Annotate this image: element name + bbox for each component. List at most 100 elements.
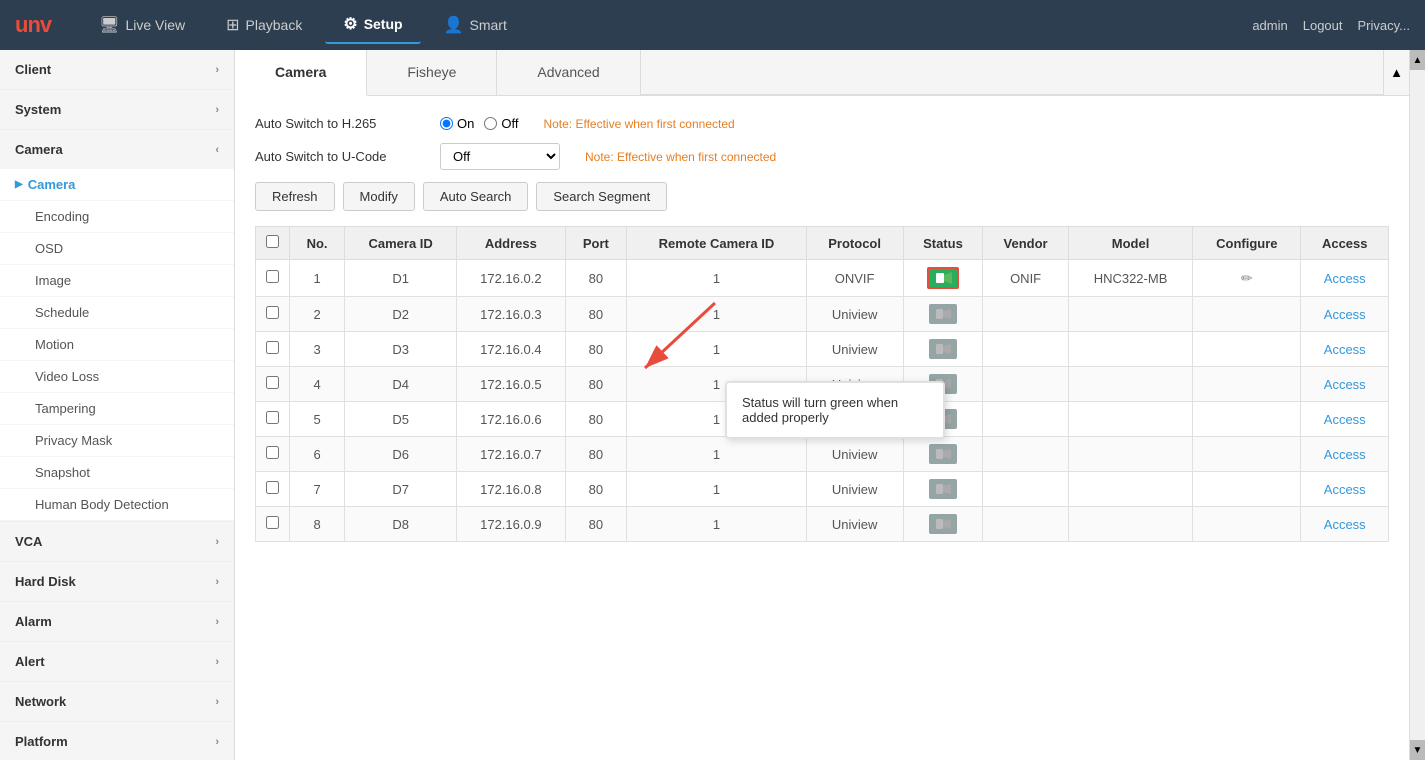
h265-off-radio[interactable]	[484, 117, 497, 130]
row-configure	[1193, 402, 1301, 437]
sidebar-header-platform[interactable]: Platform ›	[0, 722, 234, 760]
sidebar-header-alert[interactable]: Alert ›	[0, 642, 234, 681]
gear-icon: ⚙	[343, 14, 357, 34]
scroll-up-button[interactable]: ▲	[1383, 50, 1409, 95]
sidebar-item-camera[interactable]: Camera	[0, 169, 234, 201]
sidebar-schedule-label: Schedule	[35, 305, 89, 320]
scroll-up-btn[interactable]: ▲	[1410, 50, 1425, 70]
row-access[interactable]: Access	[1301, 297, 1389, 332]
sidebar-item-motion[interactable]: Motion	[0, 329, 234, 361]
sidebar-header-vca[interactable]: VCA ›	[0, 522, 234, 561]
refresh-button[interactable]: Refresh	[255, 182, 335, 211]
nav-liveview-label: Live View	[125, 17, 185, 33]
top-navigation: unv 🖥 Live View ⊞ Playback ⚙ Setup 👤 Sma…	[0, 0, 1425, 50]
row-configure[interactable]: ✏	[1193, 260, 1301, 297]
tab-advanced[interactable]: Advanced	[497, 50, 640, 95]
row-checkbox[interactable]	[266, 376, 279, 389]
row-configure	[1193, 332, 1301, 367]
sidebar-header-harddisk[interactable]: Hard Disk ›	[0, 562, 234, 601]
ucode-select[interactable]: Off On	[440, 143, 560, 170]
row-checkbox[interactable]	[266, 341, 279, 354]
select-all-checkbox[interactable]	[266, 235, 279, 248]
nav-playback[interactable]: ⊞ Playback	[208, 7, 320, 43]
nav-smart-label: Smart	[470, 17, 507, 33]
status-gray-icon	[929, 304, 957, 324]
sidebar-item-privacymask[interactable]: Privacy Mask	[0, 425, 234, 457]
grid-icon: ⊞	[226, 15, 239, 35]
sidebar-item-schedule[interactable]: Schedule	[0, 297, 234, 329]
row-checkbox[interactable]	[266, 481, 279, 494]
sidebar-header-network[interactable]: Network ›	[0, 682, 234, 721]
row-vendor	[983, 297, 1069, 332]
row-access[interactable]: Access	[1301, 472, 1389, 507]
row-port: 80	[565, 437, 627, 472]
row-configure	[1193, 507, 1301, 542]
auto-search-button[interactable]: Auto Search	[423, 182, 529, 211]
scroll-down-btn[interactable]: ▼	[1410, 740, 1425, 760]
tab-fisheye[interactable]: Fisheye	[367, 50, 497, 95]
sidebar-humanbody-label: Human Body Detection	[35, 497, 169, 512]
logout-button[interactable]: Logout	[1303, 18, 1343, 33]
nav-liveview[interactable]: 🖥 Live View	[81, 7, 203, 43]
row-protocol: ONVIF	[806, 260, 903, 297]
sidebar-header-client[interactable]: Client ›	[0, 50, 234, 89]
access-link: Access	[1324, 482, 1366, 497]
status-green-icon	[927, 267, 959, 289]
row-no: 6	[290, 437, 345, 472]
nav-setup[interactable]: ⚙ Setup	[325, 6, 420, 44]
status-gray-icon	[929, 444, 957, 464]
row-access[interactable]: Access	[1301, 402, 1389, 437]
sidebar-header-alarm[interactable]: Alarm ›	[0, 602, 234, 641]
row-checkbox[interactable]	[266, 446, 279, 459]
sidebar-encoding-label: Encoding	[35, 209, 89, 224]
row-checkbox[interactable]	[266, 516, 279, 529]
sidebar-header-camera[interactable]: Camera ‹	[0, 130, 234, 169]
sidebar-header-system[interactable]: System ›	[0, 90, 234, 129]
main-content: Camera Fisheye Advanced ▲ Auto Switch to…	[235, 50, 1409, 760]
row-checkbox[interactable]	[266, 411, 279, 424]
sidebar-camera-label: Camera	[15, 142, 63, 157]
row-remotecamid: 1	[627, 437, 806, 472]
ucode-label: Auto Switch to U-Code	[255, 149, 425, 164]
edit-icon[interactable]: ✏	[1241, 270, 1253, 286]
modify-button[interactable]: Modify	[343, 182, 415, 211]
sidebar-tampering-label: Tampering	[35, 401, 96, 416]
sidebar-item-tampering[interactable]: Tampering	[0, 393, 234, 425]
h265-on-radio[interactable]	[440, 117, 453, 130]
h265-label: Auto Switch to H.265	[255, 116, 425, 131]
h265-on-label[interactable]: On	[440, 116, 474, 131]
table-row: 6 D6 172.16.0.7 80 1 Uniview Access	[256, 437, 1389, 472]
privacy-button[interactable]: Privacy...	[1358, 18, 1411, 33]
chevron-up-icon: ‹	[215, 144, 219, 156]
row-vendor	[983, 472, 1069, 507]
row-checkbox[interactable]	[266, 306, 279, 319]
content-panel: Auto Switch to H.265 On Off Note: Effect…	[235, 96, 1409, 760]
sidebar-alarm-label: Alarm	[15, 614, 52, 629]
chevron-down-icon: ›	[215, 104, 219, 116]
tab-camera[interactable]: Camera	[235, 50, 367, 96]
row-vendor	[983, 437, 1069, 472]
nav-smart[interactable]: 👤 Smart	[426, 7, 525, 43]
sidebar-item-videoloss[interactable]: Video Loss	[0, 361, 234, 393]
table-header-cameraid: Camera ID	[345, 227, 457, 260]
row-access[interactable]: Access	[1301, 332, 1389, 367]
row-access[interactable]: Access	[1301, 367, 1389, 402]
sidebar-section-alarm: Alarm ›	[0, 602, 234, 642]
sidebar-item-snapshot[interactable]: Snapshot	[0, 457, 234, 489]
row-access[interactable]: Access	[1301, 437, 1389, 472]
row-cameraid: D5	[345, 402, 457, 437]
sidebar-item-image[interactable]: Image	[0, 265, 234, 297]
row-checkbox[interactable]	[266, 270, 279, 283]
h265-off-label[interactable]: Off	[484, 116, 518, 131]
action-buttons: Refresh Modify Auto Search Search Segmen…	[255, 182, 1389, 211]
row-access[interactable]: Access	[1301, 507, 1389, 542]
search-segment-button[interactable]: Search Segment	[536, 182, 667, 211]
table-header-checkbox	[256, 227, 290, 260]
row-protocol: Uniview	[806, 437, 903, 472]
sidebar-item-osd[interactable]: OSD	[0, 233, 234, 265]
sidebar-item-encoding[interactable]: Encoding	[0, 201, 234, 233]
sidebar-item-humanbody[interactable]: Human Body Detection	[0, 489, 234, 521]
row-checkbox-cell	[256, 402, 290, 437]
row-status	[903, 437, 983, 472]
row-access[interactable]: Access	[1301, 260, 1389, 297]
